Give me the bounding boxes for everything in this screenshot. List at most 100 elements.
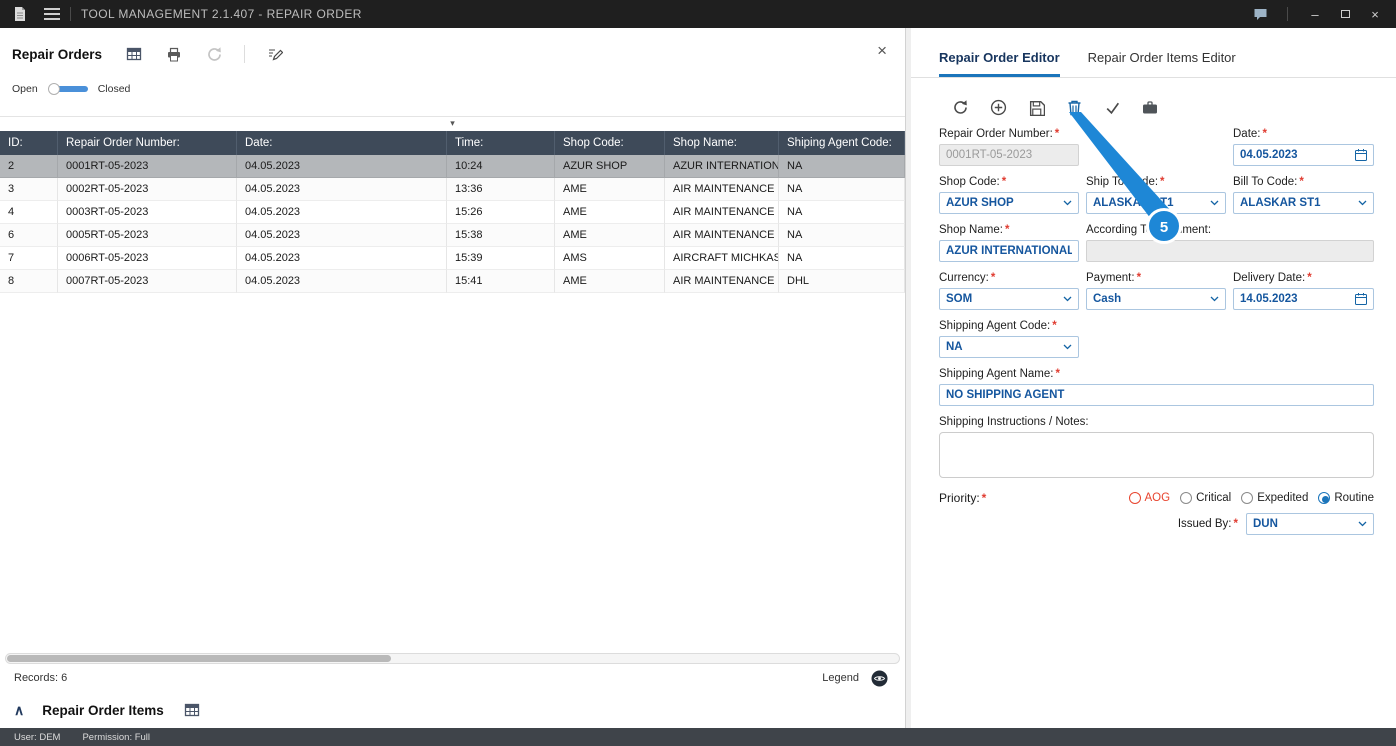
chevron-down-icon xyxy=(1358,200,1367,206)
save-icon[interactable] xyxy=(1027,98,1045,116)
table-row[interactable]: 4 0003RT-05-2023 04.05.2023 15:26 AME AI… xyxy=(0,201,905,224)
delivery-date-input[interactable]: 14.05.2023 xyxy=(1233,288,1374,310)
required-asterisk: * xyxy=(990,272,996,284)
field-label: Currency: xyxy=(939,272,989,284)
tab-repair-order-items-editor[interactable]: Repair Order Items Editor xyxy=(1088,50,1236,77)
table-row[interactable]: 6 0005RT-05-2023 04.05.2023 15:38 AME AI… xyxy=(0,224,905,247)
titlebar-separator xyxy=(1287,7,1288,21)
cell-repair-order-number: 0007RT-05-2023 xyxy=(58,270,237,293)
chevron-down-icon xyxy=(1063,296,1072,302)
validate-check-icon[interactable] xyxy=(1103,98,1121,116)
cell-repair-order-number: 0006RT-05-2023 xyxy=(58,247,237,270)
bill-to-code-dropdown[interactable]: ALASKAR ST1 xyxy=(1233,192,1374,214)
column-header-shipping-agent-code[interactable]: Shiping Agent Code: xyxy=(779,131,905,155)
column-header-shop-code[interactable]: Shop Code: xyxy=(555,131,665,155)
field-label: According To Document: xyxy=(1086,224,1212,236)
field-label: Bill To Code: xyxy=(1233,176,1298,188)
ship-to-code-dropdown[interactable]: ALASKAR ST1 xyxy=(1086,192,1226,214)
cell-date: 04.05.2023 xyxy=(237,178,447,201)
required-asterisk: * xyxy=(1299,176,1304,188)
open-closed-toggle[interactable] xyxy=(47,83,88,95)
grid-layout-icon[interactable] xyxy=(124,44,144,64)
cell-time: 15:26 xyxy=(447,201,555,224)
field-date: Date: * 04.05.2023 xyxy=(1233,128,1374,166)
repair-order-items-title: Repair Order Items xyxy=(42,702,164,718)
cell-shop-name: AIRCRAFT MICHKAS... xyxy=(665,247,779,270)
column-header-repair-order-number[interactable]: Repair Order Number: xyxy=(58,131,237,155)
legend-eye-icon[interactable] xyxy=(869,668,889,688)
feedback-bubble-icon[interactable] xyxy=(1247,3,1273,25)
cell-id: 4 xyxy=(0,201,58,224)
currency-dropdown[interactable]: SOM xyxy=(939,288,1079,310)
calendar-icon[interactable] xyxy=(1355,293,1367,305)
shipping-agent-code-dropdown[interactable]: NA xyxy=(939,336,1079,358)
shipping-notes-textarea[interactable] xyxy=(939,432,1374,478)
field-label: Shop Code: xyxy=(939,176,1000,188)
cell-shipping-agent-code: NA xyxy=(779,155,905,178)
column-header-date[interactable]: Date: xyxy=(237,131,447,155)
repair-order-number-input[interactable] xyxy=(939,144,1079,166)
required-asterisk: * xyxy=(1160,176,1165,188)
table-row[interactable]: 3 0002RT-05-2023 04.05.2023 13:36 AME AI… xyxy=(0,178,905,201)
priority-radio-aog[interactable]: AOG xyxy=(1128,492,1170,504)
print-icon[interactable] xyxy=(164,44,184,64)
cell-shipping-agent-code: NA xyxy=(779,178,905,201)
table-row[interactable]: 8 0007RT-05-2023 04.05.2023 15:41 AME AI… xyxy=(0,270,905,293)
chevron-down-icon xyxy=(1210,296,1219,302)
field-shipping-agent-code: Shipping Agent Code: * NA xyxy=(939,320,1079,358)
table-row[interactable]: 2 0001RT-05-2023 04.05.2023 10:24 AZUR S… xyxy=(0,155,905,178)
repair-orders-panel: Repair Orders × Open Closed ▾ ID: Repair… xyxy=(0,28,906,728)
field-spacer xyxy=(1086,128,1226,166)
refresh-icon[interactable] xyxy=(204,44,224,64)
column-header-time[interactable]: Time: xyxy=(447,131,555,155)
minimize-button[interactable]: – xyxy=(1302,3,1328,25)
shipping-agent-name-input[interactable] xyxy=(939,384,1374,406)
toggle-open-label: Open xyxy=(12,83,38,95)
calendar-icon[interactable] xyxy=(1355,149,1367,161)
issued-by-dropdown[interactable]: DUN xyxy=(1246,513,1374,535)
chevron-down-icon xyxy=(1358,521,1367,527)
add-new-icon[interactable] xyxy=(989,98,1007,116)
shop-name-input[interactable] xyxy=(939,240,1079,262)
date-input[interactable]: 04.05.2023 xyxy=(1233,144,1374,166)
panel-title: Repair Orders xyxy=(12,46,103,62)
field-label: Repair Order Number: xyxy=(939,128,1053,140)
field-shop-code: Shop Code: * AZUR SHOP xyxy=(939,176,1079,214)
panel-close-icon[interactable]: × xyxy=(877,42,887,59)
scrollbar-thumb[interactable] xyxy=(7,655,391,662)
delete-trash-icon[interactable] xyxy=(1065,98,1083,116)
column-header-id[interactable]: ID: xyxy=(0,131,58,155)
field-issued-by: Issued By: * DUN xyxy=(939,513,1374,535)
items-grid-icon[interactable] xyxy=(182,700,202,720)
close-button[interactable]: × xyxy=(1362,3,1388,25)
cell-shipping-agent-code: DHL xyxy=(779,270,905,293)
priority-radio-routine[interactable]: Routine xyxy=(1318,492,1374,504)
payment-dropdown[interactable]: Cash xyxy=(1086,288,1226,310)
sort-indicator-icon: ▾ xyxy=(450,118,455,128)
cell-repair-order-number: 0001RT-05-2023 xyxy=(58,155,237,178)
briefcase-icon[interactable] xyxy=(1141,98,1159,116)
field-bill-to-code: Bill To Code: * ALASKAR ST1 xyxy=(1233,176,1374,214)
shop-code-dropdown[interactable]: AZUR SHOP xyxy=(939,192,1079,214)
restore-button[interactable] xyxy=(1332,3,1358,25)
field-label: Shipping Agent Code: xyxy=(939,320,1051,332)
grid-filter-collapse-handle[interactable]: ▾ xyxy=(0,116,905,131)
menu-hamburger-icon[interactable] xyxy=(44,5,60,23)
tab-repair-order-editor[interactable]: Repair Order Editor xyxy=(939,50,1060,77)
priority-radio-critical[interactable]: Critical xyxy=(1180,492,1231,504)
edit-icon[interactable] xyxy=(265,44,285,64)
required-asterisk: * xyxy=(1004,224,1010,236)
chevron-down-icon xyxy=(1063,344,1072,350)
cell-id: 6 xyxy=(0,224,58,247)
field-label: Shipping Agent Name: xyxy=(939,368,1054,380)
according-to-document-input[interactable] xyxy=(1086,240,1374,262)
priority-radio-expedited[interactable]: Expedited xyxy=(1241,492,1308,504)
refresh-icon[interactable] xyxy=(951,98,969,116)
cell-shipping-agent-code: NA xyxy=(779,201,905,224)
collapse-chevron-icon[interactable]: ∧ xyxy=(14,702,24,719)
cell-date: 04.05.2023 xyxy=(237,247,447,270)
radio-circle-icon xyxy=(1128,492,1141,504)
horizontal-scrollbar[interactable] xyxy=(5,653,900,664)
table-row[interactable]: 7 0006RT-05-2023 04.05.2023 15:39 AMS AI… xyxy=(0,247,905,270)
column-header-shop-name[interactable]: Shop Name: xyxy=(665,131,779,155)
